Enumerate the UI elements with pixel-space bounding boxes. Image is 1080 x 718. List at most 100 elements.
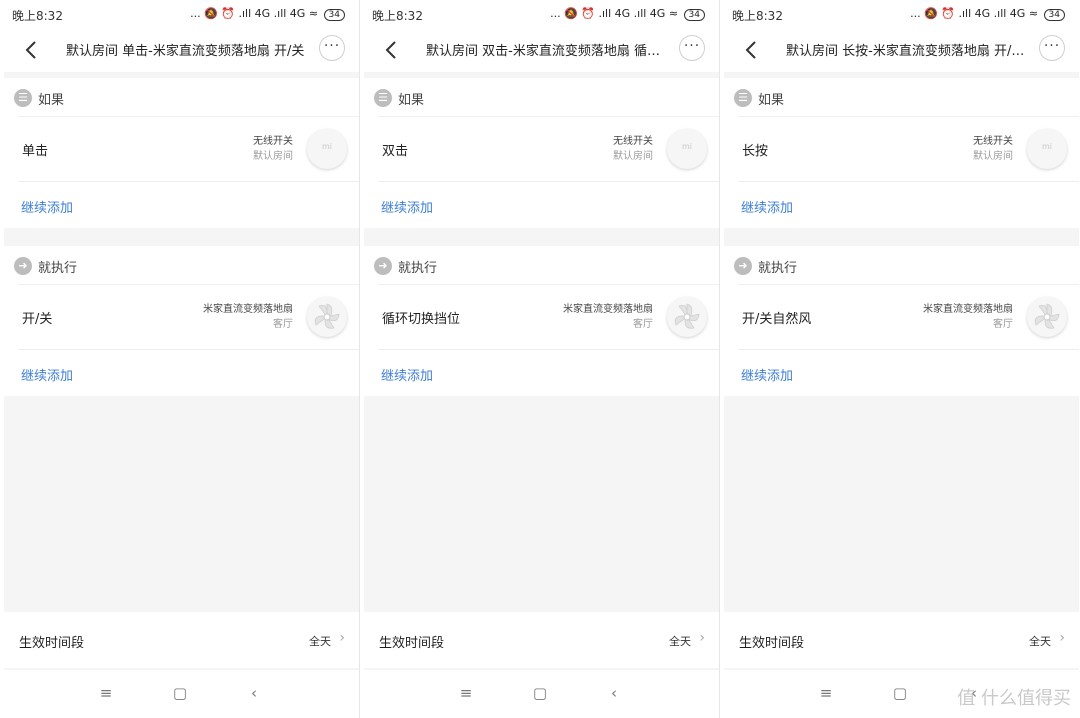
header: 默认房间 长按-米家直流变频落地扇 开/关... ··· [720,28,1079,72]
then-label: 就执行 [398,261,438,276]
status-time: 晚上8:32 [372,9,423,23]
device-name: 米家直流变频落地扇 [923,304,1013,315]
action-device: 米家直流变频落地扇 客厅 [563,302,653,332]
more-dots-icon[interactable]: ··· [319,35,345,61]
menu-icon[interactable]: ≡ [96,684,116,704]
action-label: 循环切换挡位 [382,312,461,327]
empty-area [4,396,359,612]
if-add-link[interactable]: 继续添加 [381,197,433,216]
scene-panel-single-click: 晚上8:32 ... 🔕 ⏰ .ıll 4G .ıll 4G ≈ 34 默认房间… [0,0,359,718]
back-triangle-icon[interactable]: ‹ [604,684,624,704]
time-period-value: 全天 [669,635,691,648]
time-period-row[interactable]: 生效时间段 全天 › [724,612,1079,668]
trigger-label: 单击 [22,144,49,159]
more-dots-icon[interactable]: ··· [679,35,705,61]
back-chevron-icon[interactable] [380,38,404,62]
list-icon: ☰ [14,89,32,107]
if-section: ☰ 如果 单击 无线开关 默认房间 mi 继续添加 [4,78,359,228]
header: 默认房间 双击-米家直流变频落地扇 循环切... ··· [360,28,719,72]
screenshot-panels: 晚上8:32 ... 🔕 ⏰ .ıll 4G .ıll 4G ≈ 34 默认房间… [0,0,1080,718]
then-add-link[interactable]: 继续添加 [741,365,793,384]
then-section: ➜ 就执行 开/关自然风 米家直流变频落地扇 客厅 继续添加 [724,246,1079,396]
time-period-label: 生效时间段 [379,636,445,651]
action-row[interactable]: 循环切换挡位 米家直流变频落地扇 客厅 [378,284,719,350]
signal-icons: ... 🔕 ⏰ .ıll 4G .ıll 4G ≈ [910,7,1039,20]
chevron-right-icon: › [339,630,345,646]
divider-band [724,228,1079,246]
time-period-row[interactable]: 生效时间段 全天 › [364,612,719,668]
status-icons: ... 🔕 ⏰ .ıll 4G .ıll 4G ≈ 34 [190,7,345,21]
mi-logo: mi [321,142,332,151]
empty-area [364,396,719,612]
if-add-link[interactable]: 继续添加 [741,197,793,216]
time-period-value: 全天 [309,635,331,648]
scene-title: 默认房间 长按-米家直流变频落地扇 开/关... [786,44,1031,59]
battery-icon: 34 [1043,9,1065,21]
arrow-right-icon: ➜ [374,257,392,275]
header: 默认房间 单击-米家直流变频落地扇 开/关 ··· [0,28,359,72]
status-time: 晚上8:32 [12,9,63,23]
status-bar: 晚上8:32 ... 🔕 ⏰ .ıll 4G .ıll 4G ≈ 34 [0,0,359,28]
trigger-device: 无线开关 默认房间 [613,134,653,164]
then-section: ➜ 就执行 循环切换挡位 米家直流变频落地扇 客厅 继续添加 [364,246,719,396]
action-device: 米家直流变频落地扇 客厅 [203,302,293,332]
if-label: 如果 [398,93,425,108]
device-room: 客厅 [633,319,653,330]
back-chevron-icon[interactable] [20,38,44,62]
then-label: 就执行 [758,261,798,276]
fan-icon [667,297,707,337]
divider-band [4,228,359,246]
then-add-link[interactable]: 继续添加 [21,365,73,384]
trigger-row[interactable]: 单击 无线开关 默认房间 mi [18,116,359,182]
time-period-row[interactable]: 生效时间段 全天 › [4,612,359,668]
menu-icon[interactable]: ≡ [456,684,476,704]
scene-panel-double-click: 晚上8:32 ... 🔕 ⏰ .ıll 4G .ıll 4G ≈ 34 默认房间… [360,0,719,718]
device-room: 客厅 [993,319,1013,330]
time-period-value: 全天 [1029,635,1051,648]
back-chevron-icon[interactable] [740,38,764,62]
list-icon: ☰ [374,89,392,107]
list-icon: ☰ [734,89,752,107]
empty-area [724,396,1079,612]
fan-icon [1027,297,1067,337]
device-room: 默认房间 [253,151,293,162]
battery-icon: 34 [683,9,705,21]
if-section: ☰ 如果 长按 无线开关 默认房间 mi 继续添加 [724,78,1079,228]
device-name: 米家直流变频落地扇 [203,304,293,315]
action-row[interactable]: 开/关 米家直流变频落地扇 客厅 [18,284,359,350]
trigger-device: 无线开关 默认房间 [973,134,1013,164]
more-dots-icon[interactable]: ··· [1039,35,1065,61]
scene-title: 默认房间 双击-米家直流变频落地扇 循环切... [426,44,671,59]
chevron-right-icon: › [1059,630,1065,646]
signal-icons: ... 🔕 ⏰ .ıll 4G .ıll 4G ≈ [550,7,679,20]
if-section: ☰ 如果 双击 无线开关 默认房间 mi 继续添加 [364,78,719,228]
trigger-device: 无线开关 默认房间 [253,134,293,164]
if-label: 如果 [38,93,65,108]
mi-logo: mi [681,142,692,151]
home-square-icon[interactable]: ▢ [530,684,550,704]
then-label: 就执行 [38,261,78,276]
trigger-label: 双击 [382,144,409,159]
wireless-switch-icon: mi [667,129,707,169]
back-triangle-icon[interactable]: ‹ [244,684,264,704]
time-period-label: 生效时间段 [739,636,805,651]
divider-band [364,228,719,246]
action-device: 米家直流变频落地扇 客厅 [923,302,1013,332]
action-row[interactable]: 开/关自然风 米家直流变频落地扇 客厅 [738,284,1079,350]
mi-logo: mi [1041,142,1052,151]
trigger-row[interactable]: 长按 无线开关 默认房间 mi [738,116,1079,182]
then-section: ➜ 就执行 开/关 米家直流变频落地扇 客厅 继续添加 [4,246,359,396]
status-icons: ... 🔕 ⏰ .ıll 4G .ıll 4G ≈ 34 [550,7,705,21]
if-add-link[interactable]: 继续添加 [21,197,73,216]
watermark: 值 什么值得买 [957,688,1071,709]
trigger-row[interactable]: 双击 无线开关 默认房间 mi [378,116,719,182]
device-room: 客厅 [273,319,293,330]
then-add-link[interactable]: 继续添加 [381,365,433,384]
status-time: 晚上8:32 [732,9,783,23]
home-square-icon[interactable]: ▢ [890,684,910,704]
menu-icon[interactable]: ≡ [816,684,836,704]
wireless-switch-icon: mi [307,129,347,169]
arrow-right-icon: ➜ [734,257,752,275]
battery-icon: 34 [323,9,345,21]
home-square-icon[interactable]: ▢ [170,684,190,704]
